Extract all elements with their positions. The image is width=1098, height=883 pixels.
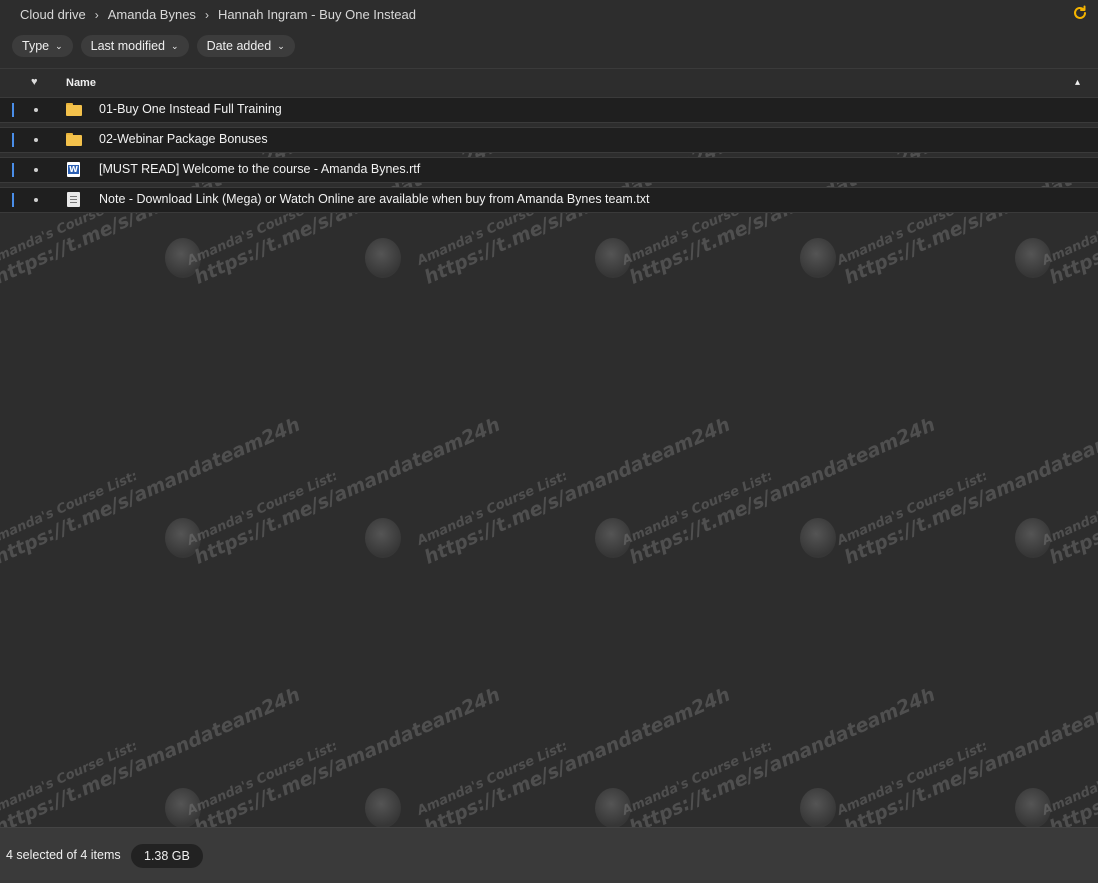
watermark-text: Amanda's Course List:https://t.me/s/aman… (0, 413, 304, 569)
chevron-down-icon: ⌄ (171, 40, 179, 51)
watermark-avatar (165, 518, 201, 558)
watermark-text: Amanda's Course List:https://t.me/s/aman… (1040, 683, 1098, 839)
watermark-avatar (595, 788, 631, 828)
breadcrumb-item-amanda-bynes[interactable]: Amanda Bynes (108, 7, 196, 22)
sort-ascending-icon[interactable]: ▴ (1075, 77, 1080, 88)
selection-indicator (12, 103, 14, 117)
chevron-right-icon: › (204, 7, 209, 22)
selection-indicator (12, 163, 14, 177)
favorite-dot[interactable] (34, 198, 38, 202)
name-column-header[interactable]: Name (66, 77, 96, 89)
file-row-rtf[interactable]: W [MUST READ] Welcome to the course - Am… (0, 157, 1098, 183)
breadcrumb: Cloud drive › Amanda Bynes › Hannah Ingr… (20, 7, 416, 22)
filter-last-modified[interactable]: Last modified ⌄ (80, 35, 189, 57)
favorite-column-icon[interactable]: ♥ (31, 76, 38, 88)
filter-bar: Type ⌄ Last modified ⌄ Date added ⌄ (12, 35, 295, 57)
file-list-header: ♥ Name ▴ (0, 73, 1098, 93)
breadcrumb-item-cloud-drive[interactable]: Cloud drive (20, 7, 86, 22)
chevron-down-icon: ⌄ (277, 40, 285, 51)
watermark-avatar (595, 518, 631, 558)
chevron-right-icon: › (94, 7, 99, 22)
watermark-avatar (800, 788, 836, 828)
filter-type-label: Type (22, 39, 50, 53)
watermark-avatar (1015, 238, 1051, 278)
watermark-avatar (165, 238, 201, 278)
watermark-text: Amanda's Course List:https://t.me/s/aman… (835, 683, 1098, 839)
status-bar: 4 selected of 4 items 1.38 GB (0, 827, 1098, 883)
watermark-avatar (165, 788, 201, 828)
watermark-text: Amanda's Course List:https://t.me/s/aman… (620, 413, 939, 569)
word-document-icon: W (66, 162, 82, 178)
watermark-avatar (365, 518, 401, 558)
file-list: 01-Buy One Instead Full Training 02-Webi… (0, 97, 1098, 217)
selection-indicator (12, 193, 14, 207)
watermark-text: Amanda's Course List:https://t.me/s/aman… (185, 413, 504, 569)
text-file-icon (66, 192, 82, 208)
file-name: Note - Download Link (Mega) or Watch Onl… (99, 192, 650, 206)
file-name: [MUST READ] Welcome to the course - Aman… (99, 162, 421, 176)
file-row-folder-2[interactable]: 02-Webinar Package Bonuses (0, 127, 1098, 153)
filter-date-added-label: Date added (206, 39, 272, 53)
watermark-text: Amanda's Course List:https://t.me/s/aman… (620, 683, 939, 839)
folder-icon (66, 132, 82, 148)
filter-last-modified-label: Last modified (90, 39, 166, 53)
folder-icon (66, 102, 82, 118)
favorite-dot[interactable] (34, 138, 38, 142)
total-size-badge: 1.38 GB (131, 844, 203, 868)
watermark-avatar (365, 788, 401, 828)
filter-date-added[interactable]: Date added ⌄ (196, 35, 295, 57)
watermark-text: Amanda's Course List:https://t.me/s/aman… (0, 683, 304, 839)
file-row-folder-1[interactable]: 01-Buy One Instead Full Training (0, 97, 1098, 123)
watermark-avatar (800, 518, 836, 558)
filter-type[interactable]: Type ⌄ (12, 35, 73, 57)
watermark-text: Amanda's Course List:https://t.me/s/aman… (1040, 413, 1098, 569)
favorite-dot[interactable] (34, 108, 38, 112)
file-name: 01-Buy One Instead Full Training (99, 102, 282, 116)
file-name: 02-Webinar Package Bonuses (99, 132, 268, 146)
chevron-down-icon: ⌄ (55, 40, 63, 51)
watermark-avatar (595, 238, 631, 278)
watermark-text: Amanda's Course List:https://t.me/s/aman… (835, 413, 1098, 569)
selection-count: 4 selected of 4 items (6, 848, 121, 862)
selection-indicator (12, 133, 14, 147)
watermark-avatar (365, 238, 401, 278)
file-row-txt[interactable]: Note - Download Link (Mega) or Watch Onl… (0, 187, 1098, 213)
watermark-text: Amanda's Course List:https://t.me/s/aman… (415, 413, 734, 569)
watermark-avatar (1015, 518, 1051, 558)
favorite-dot[interactable] (34, 168, 38, 172)
watermark-avatar (800, 238, 836, 278)
watermark-avatar (1015, 788, 1051, 828)
top-bar: Cloud drive › Amanda Bynes › Hannah Ingr… (0, 0, 1098, 69)
refresh-icon[interactable] (1072, 5, 1088, 21)
watermark-text: Amanda's Course List:https://t.me/s/aman… (185, 683, 504, 839)
breadcrumb-item-current-folder[interactable]: Hannah Ingram - Buy One Instead (218, 7, 416, 22)
watermark-text: Amanda's Course List:https://t.me/s/aman… (415, 683, 734, 839)
